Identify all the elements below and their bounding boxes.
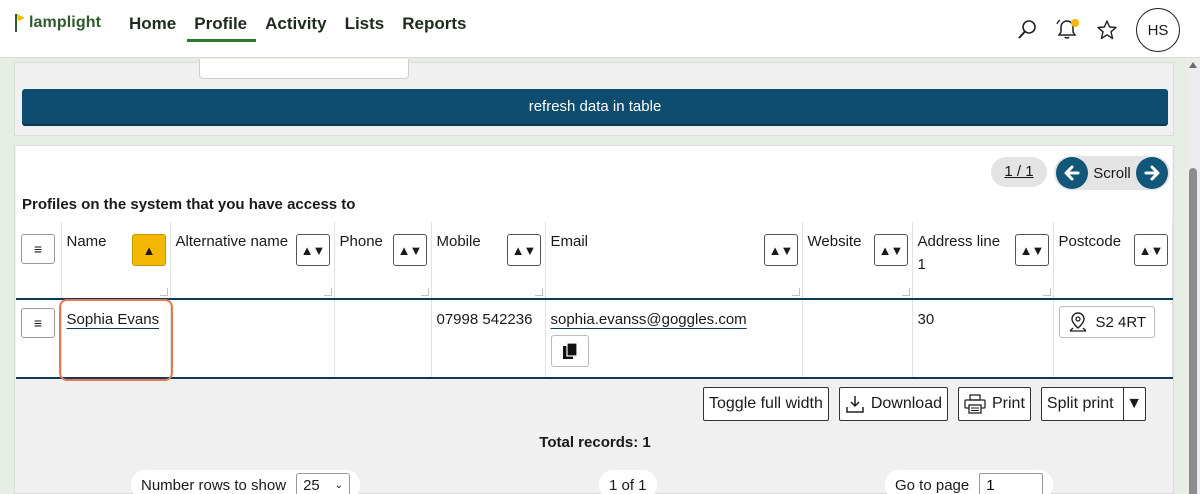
download-button[interactable]: Download bbox=[838, 387, 948, 421]
table-actions: Toggle full width Download Print Split p… bbox=[703, 387, 1146, 421]
chevron-down-icon[interactable]: ▼ bbox=[1122, 388, 1145, 420]
nav-home[interactable]: Home bbox=[120, 0, 185, 42]
postcode-text: S2 4RT bbox=[1095, 313, 1147, 331]
column-menu-cell: ≡ bbox=[16, 222, 62, 299]
page-indicator-text: 1 / 1 bbox=[1004, 163, 1034, 180]
download-label: Download bbox=[870, 395, 942, 412]
resize-handle[interactable] bbox=[534, 288, 543, 296]
rows-to-show-value: 25 bbox=[303, 476, 320, 494]
logo-text: lamplight bbox=[29, 14, 102, 31]
nav-activity[interactable]: Activity bbox=[256, 0, 335, 42]
profiles-table: ≡ Name ▲ Alternative name ▲▼ Phone ▲▼ Mobil… bbox=[16, 222, 1173, 379]
copy-icon bbox=[562, 342, 578, 359]
profile-name-link[interactable]: Sophia Evans bbox=[67, 311, 160, 328]
main-nav: Home Profile Activity Lists Reports bbox=[120, 0, 475, 42]
scrollbar-thumb[interactable] bbox=[1189, 168, 1197, 494]
top-navigation: lamplight Home Profile Activity Lists Re… bbox=[0, 0, 1200, 58]
nav-profile[interactable]: Profile bbox=[185, 0, 257, 42]
table-header-row: ≡ Name ▲ Alternative name ▲▼ Phone ▲▼ Mobil… bbox=[16, 222, 1173, 299]
nav-reports[interactable]: Reports bbox=[393, 0, 475, 42]
split-print-label: Split print bbox=[1046, 395, 1114, 412]
cell-postcode: S2 4RT bbox=[1053, 299, 1173, 378]
column-website: Website ▲▼ bbox=[802, 222, 913, 299]
lamp-icon bbox=[13, 12, 27, 32]
map-pin-icon bbox=[1069, 312, 1086, 332]
cell-mobile: 07998 542236 bbox=[431, 299, 546, 378]
filter-panel: refresh data in table bbox=[14, 59, 1174, 136]
page-indicator[interactable]: 1 / 1 bbox=[991, 157, 1047, 187]
rows-to-show-label: Number rows to show bbox=[141, 476, 287, 494]
nav-lists[interactable]: Lists bbox=[336, 0, 394, 42]
sort-website-button[interactable]: ▲▼ bbox=[873, 234, 908, 266]
cell-email: sophia.evanss@goggles.com bbox=[545, 299, 803, 378]
cell-address-line-1: 30 bbox=[912, 299, 1054, 378]
print-button[interactable]: Print bbox=[958, 387, 1031, 421]
resize-handle[interactable] bbox=[159, 288, 168, 296]
download-icon bbox=[846, 396, 864, 413]
column-postcode: Postcode ▲▼ bbox=[1053, 222, 1173, 299]
cell-alternative-name bbox=[170, 299, 335, 378]
sort-mobile-button[interactable]: ▲▼ bbox=[506, 234, 541, 266]
cell-phone bbox=[334, 299, 432, 378]
print-label: Print bbox=[992, 395, 1025, 412]
cell-name: Sophia Evans bbox=[61, 299, 171, 378]
toggle-full-width-button[interactable]: Toggle full width bbox=[703, 387, 829, 421]
printer-icon bbox=[964, 394, 986, 414]
search-icon[interactable] bbox=[1014, 17, 1040, 43]
column-alternative-name: Alternative name ▲▼ bbox=[170, 222, 335, 299]
column-name: Name ▲ bbox=[61, 222, 171, 299]
go-to-page-input[interactable] bbox=[979, 473, 1044, 494]
resize-handle[interactable] bbox=[1042, 288, 1051, 296]
sort-address-button[interactable]: ▲▼ bbox=[1014, 234, 1049, 266]
chevron-down-icon: ⌄ bbox=[334, 479, 344, 491]
page-scrollbar[interactable] bbox=[1186, 58, 1200, 494]
partial-filter-input[interactable] bbox=[199, 59, 409, 79]
go-to-page-label: Go to page bbox=[895, 476, 970, 494]
star-icon[interactable] bbox=[1094, 17, 1120, 43]
page-of-text: 1 of 1 bbox=[609, 476, 647, 494]
resize-handle[interactable] bbox=[791, 288, 800, 296]
row-menu-button[interactable]: ≡ bbox=[21, 308, 55, 338]
column-mobile: Mobile ▲▼ bbox=[431, 222, 546, 299]
email-link[interactable]: sophia.evanss@goggles.com bbox=[551, 311, 747, 328]
scroll-right-icon[interactable] bbox=[1135, 157, 1168, 189]
cell-website bbox=[802, 299, 913, 378]
split-print-button[interactable]: Split print ▼ bbox=[1040, 387, 1146, 421]
lamplight-logo[interactable]: lamplight bbox=[13, 12, 101, 32]
go-to-page-control: Go to page bbox=[885, 470, 1054, 494]
resize-handle[interactable] bbox=[323, 288, 332, 296]
postcode-map-button[interactable]: S2 4RT bbox=[1058, 306, 1156, 338]
profiles-table-panel: 1 / 1 Scroll Profiles on the system that… bbox=[14, 145, 1174, 494]
column-menu-button[interactable]: ≡ bbox=[21, 234, 55, 264]
scroll-label: Scroll bbox=[1093, 164, 1131, 182]
scroll-control: Scroll bbox=[1054, 156, 1170, 190]
column-email: Email ▲▼ bbox=[545, 222, 803, 299]
copy-email-button[interactable] bbox=[550, 335, 589, 367]
sort-name-button[interactable]: ▲ bbox=[131, 234, 166, 266]
row-menu-cell: ≡ bbox=[16, 299, 62, 378]
table-row: ≡ Sophia Evans 07998 542236 sophia.evans… bbox=[16, 299, 1173, 378]
sort-phone-button[interactable]: ▲▼ bbox=[392, 234, 427, 266]
bell-icon[interactable] bbox=[1054, 17, 1080, 43]
page-of-indicator: 1 of 1 bbox=[599, 470, 657, 494]
column-label: Email bbox=[550, 233, 589, 250]
resize-handle[interactable] bbox=[901, 288, 910, 296]
refresh-data-button[interactable]: refresh data in table bbox=[22, 89, 1168, 124]
table-header-area: 1 / 1 Scroll Profiles on the system that… bbox=[16, 146, 1172, 222]
header-icons: HS bbox=[1014, 8, 1180, 52]
sort-alternative-name-button[interactable]: ▲▼ bbox=[295, 234, 330, 266]
sort-email-button[interactable]: ▲▼ bbox=[763, 234, 798, 266]
rows-to-show-select[interactable]: 25 ⌄ bbox=[296, 473, 351, 494]
resize-handle[interactable] bbox=[420, 288, 429, 296]
table-caption: Profiles on the system that you have acc… bbox=[22, 196, 356, 213]
scroll-left-icon[interactable] bbox=[1056, 157, 1088, 189]
column-phone: Phone ▲▼ bbox=[334, 222, 432, 299]
scroll-up-arrow[interactable] bbox=[1189, 62, 1197, 68]
toggle-full-width-label: Toggle full width bbox=[709, 395, 823, 412]
sort-postcode-button[interactable]: ▲▼ bbox=[1133, 234, 1168, 266]
rows-to-show-control: Number rows to show 25 ⌄ bbox=[131, 470, 361, 494]
user-avatar[interactable]: HS bbox=[1136, 8, 1180, 52]
column-address-line-1: Address line 1 ▲▼ bbox=[912, 222, 1054, 299]
total-records: Total records: 1 bbox=[539, 434, 651, 451]
